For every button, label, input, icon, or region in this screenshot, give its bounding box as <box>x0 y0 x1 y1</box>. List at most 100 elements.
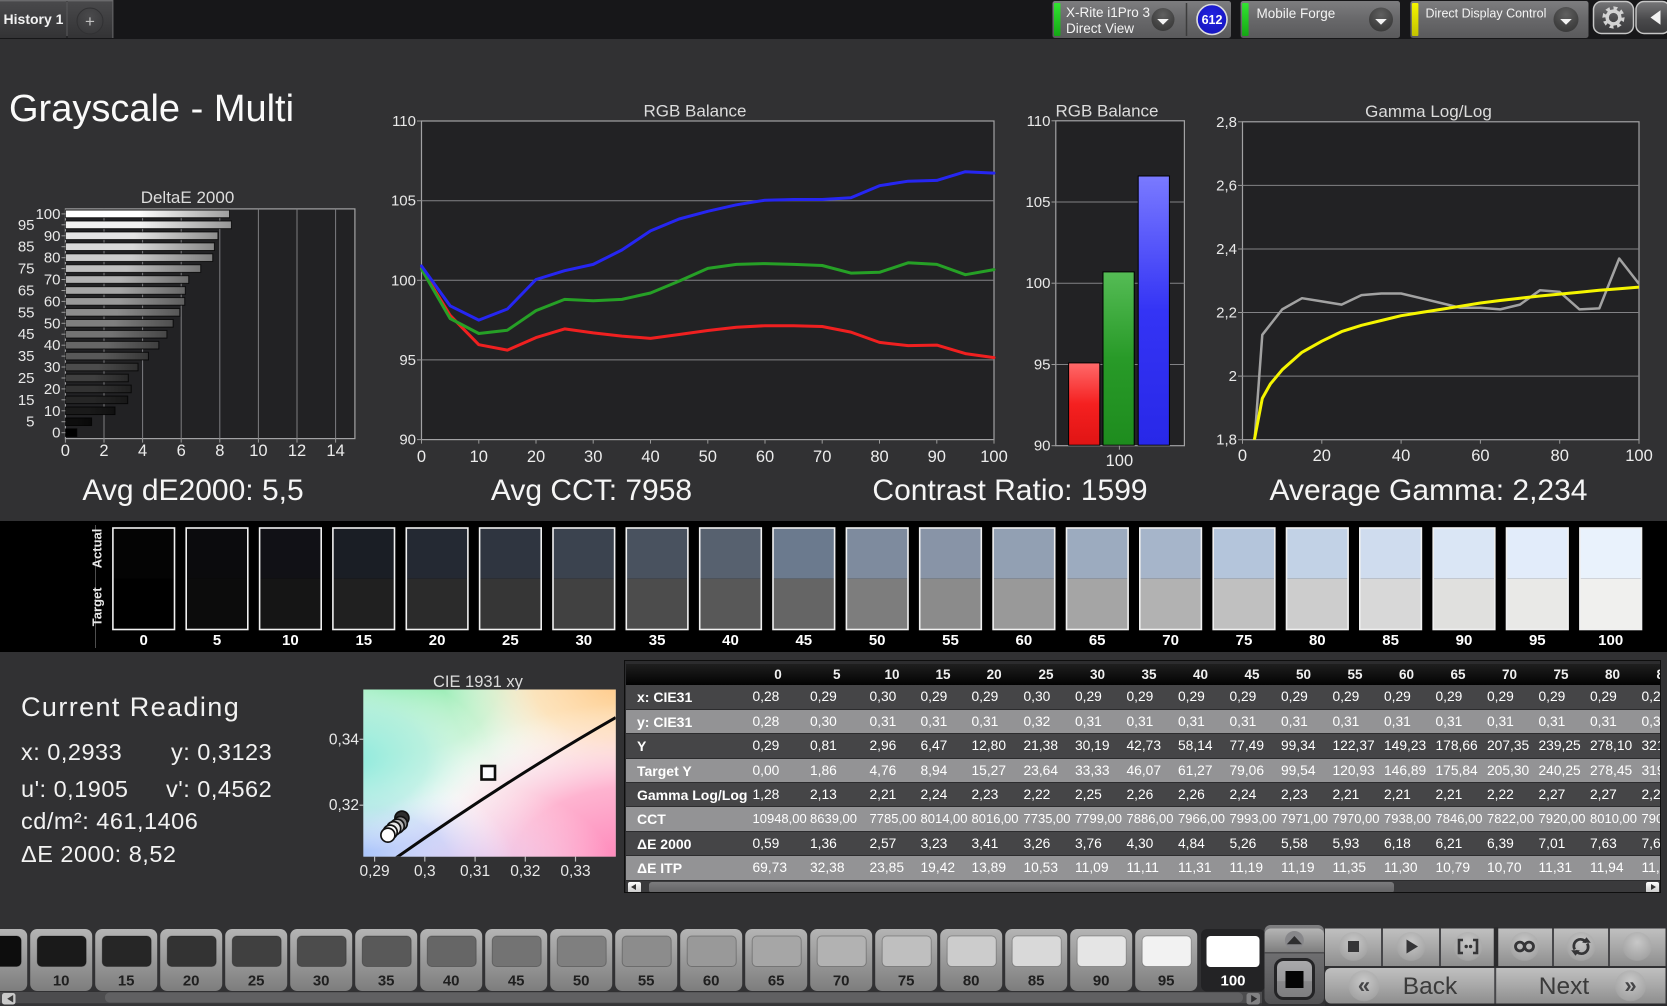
svg-text:80: 80 <box>870 448 888 466</box>
svg-text:RGB Balance: RGB Balance <box>644 102 747 121</box>
svg-text:40: 40 <box>44 337 61 354</box>
svg-text:40: 40 <box>1392 447 1410 465</box>
svg-text:60: 60 <box>44 293 61 310</box>
svg-text:Next: Next <box>1539 973 1590 1000</box>
svg-text:100: 100 <box>391 272 416 289</box>
svg-text:0: 0 <box>52 425 60 442</box>
svg-text:0,34: 0,34 <box>329 731 360 748</box>
svg-text:8: 8 <box>215 442 224 460</box>
svg-text:20: 20 <box>429 632 446 649</box>
svg-text:0: 0 <box>140 632 148 649</box>
svg-text:65: 65 <box>18 283 35 300</box>
svg-text:75: 75 <box>1236 632 1253 649</box>
svg-text:90: 90 <box>1456 632 1473 649</box>
svg-text:0,33: 0,33 <box>560 863 590 880</box>
svg-text:0,32: 0,32 <box>329 797 359 814</box>
svg-text:90: 90 <box>399 432 416 449</box>
svg-text:2,2: 2,2 <box>1216 305 1237 322</box>
svg-text:0,29: 0,29 <box>360 863 390 880</box>
svg-text:0,31: 0,31 <box>460 863 490 880</box>
svg-text:40: 40 <box>641 448 659 466</box>
svg-text:Back: Back <box>1403 973 1458 1000</box>
svg-text:15: 15 <box>18 392 35 409</box>
svg-text:0,3: 0,3 <box>414 863 436 880</box>
svg-text:4: 4 <box>138 442 147 460</box>
svg-text:DeltaE 2000: DeltaE 2000 <box>141 188 235 207</box>
svg-text:75: 75 <box>898 973 915 990</box>
svg-text:»: » <box>1624 973 1636 998</box>
svg-text:5: 5 <box>213 632 221 649</box>
svg-text:20: 20 <box>1313 447 1331 465</box>
svg-text:110: 110 <box>1027 113 1051 130</box>
svg-text:CIE 1931 xy: CIE 1931 xy <box>433 673 524 691</box>
svg-text:0: 0 <box>1238 447 1247 465</box>
svg-text:90: 90 <box>44 228 61 245</box>
svg-text:Gamma Log/Log: Gamma Log/Log <box>1365 102 1492 121</box>
svg-text:45: 45 <box>18 326 35 343</box>
svg-text:80: 80 <box>44 250 61 267</box>
svg-text:0: 0 <box>61 442 70 460</box>
svg-text:85: 85 <box>1028 973 1045 990</box>
svg-text:2,8: 2,8 <box>1216 114 1237 131</box>
svg-text:2: 2 <box>99 442 108 460</box>
svg-text:20: 20 <box>527 448 545 466</box>
svg-text:40: 40 <box>443 973 460 990</box>
svg-text:105: 105 <box>391 193 416 210</box>
svg-text:0: 0 <box>417 448 426 466</box>
svg-text:105: 105 <box>1025 194 1050 211</box>
svg-text:95: 95 <box>399 352 416 369</box>
svg-text:60: 60 <box>1016 632 1033 649</box>
svg-text:2: 2 <box>1229 368 1237 385</box>
svg-text:45: 45 <box>795 632 812 649</box>
svg-text:55: 55 <box>942 632 959 649</box>
svg-text:0,32: 0,32 <box>510 863 540 880</box>
svg-text:95: 95 <box>1158 973 1175 990</box>
svg-text:85: 85 <box>18 239 35 256</box>
svg-text:100: 100 <box>1220 973 1245 990</box>
svg-text:10: 10 <box>44 403 61 420</box>
svg-text:30: 30 <box>44 359 61 376</box>
svg-text:50: 50 <box>869 632 886 649</box>
svg-text:2,6: 2,6 <box>1216 177 1237 194</box>
svg-text:95: 95 <box>1034 357 1051 374</box>
svg-text:60: 60 <box>1471 447 1489 465</box>
svg-text:70: 70 <box>833 973 850 990</box>
svg-text:35: 35 <box>378 973 395 990</box>
svg-text:65: 65 <box>1089 632 1106 649</box>
svg-text:10: 10 <box>249 442 267 460</box>
svg-text:55: 55 <box>638 973 655 990</box>
svg-text:50: 50 <box>44 315 61 332</box>
svg-text:Target: Target <box>90 587 105 626</box>
svg-text:35: 35 <box>649 632 666 649</box>
svg-text:30: 30 <box>584 448 602 466</box>
svg-text:100: 100 <box>1598 632 1623 649</box>
svg-text:95: 95 <box>18 217 35 234</box>
svg-text:2,4: 2,4 <box>1216 241 1237 258</box>
svg-text:35: 35 <box>18 348 35 365</box>
svg-text:70: 70 <box>813 448 831 466</box>
svg-text:55: 55 <box>18 304 35 321</box>
svg-text:85: 85 <box>1382 632 1399 649</box>
svg-text:Actual: Actual <box>90 529 105 569</box>
svg-text:80: 80 <box>1551 447 1569 465</box>
svg-text:70: 70 <box>44 272 61 289</box>
svg-text:25: 25 <box>248 973 265 990</box>
svg-text:60: 60 <box>756 448 774 466</box>
svg-text:30: 30 <box>575 632 592 649</box>
svg-text:14: 14 <box>326 442 344 460</box>
svg-text:10: 10 <box>470 448 488 466</box>
svg-text:20: 20 <box>183 973 200 990</box>
svg-text:15: 15 <box>118 973 135 990</box>
svg-text:5: 5 <box>26 414 34 431</box>
svg-text:65: 65 <box>768 973 785 990</box>
svg-text:10: 10 <box>282 632 299 649</box>
svg-text:80: 80 <box>1309 632 1326 649</box>
svg-text:75: 75 <box>18 261 35 278</box>
svg-text:70: 70 <box>1162 632 1179 649</box>
svg-text:80: 80 <box>963 973 980 990</box>
svg-text:100: 100 <box>1025 275 1050 292</box>
svg-text:1,8: 1,8 <box>1216 432 1237 449</box>
svg-text:25: 25 <box>18 370 35 387</box>
svg-text:95: 95 <box>1529 632 1546 649</box>
svg-text:100: 100 <box>980 448 1008 466</box>
